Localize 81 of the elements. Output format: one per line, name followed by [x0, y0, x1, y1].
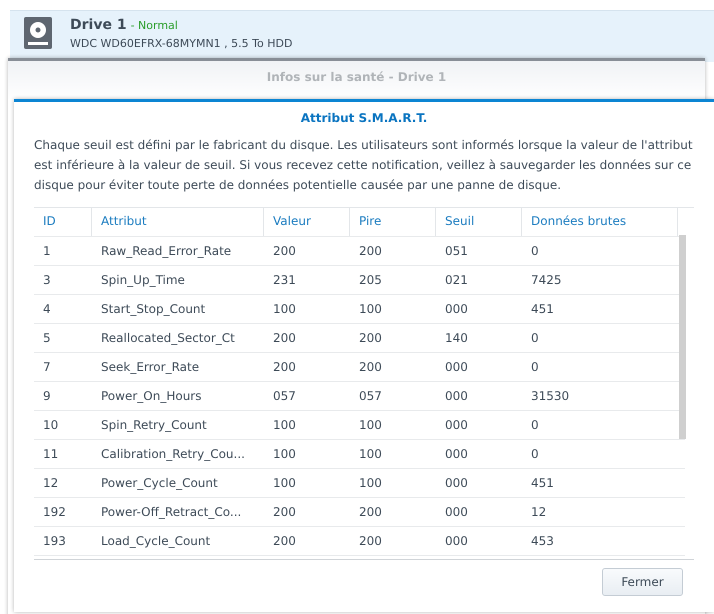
description-text: Chaque seuil est défini par le fabricant du disque. Les utilisateurs sont informés lorsque la valeur de l'attribut est inférieure à la valeur de seuil. Si vous recevez cette notification, veillez à sauvegarder les données sur ce disque pour éviter toute perte de données potentielle causée par une panne de disque. [34, 137, 694, 194]
table-cell-text: 051 [444, 243, 469, 260]
dialog-title: Infos sur la santé - Drive 1 [266, 70, 448, 84]
table-cell-text: 451 [530, 475, 555, 492]
table-cell-text: Calibration_Retry_Cou... [100, 446, 246, 463]
table-cell-text: 453 [530, 533, 555, 550]
column-header[interactable]: Attribut [92, 208, 264, 236]
table-cell-text: 100 [272, 475, 297, 492]
table-cell-text: 200 [358, 359, 383, 376]
table-cell-text: 12 [530, 504, 548, 521]
table-cell-text: Seek_Error_Rate [100, 359, 200, 376]
table-cell-text: 205 [358, 272, 383, 289]
table-cell-text: 7 [42, 359, 52, 376]
table-cell-text: Load_Cycle_Count [100, 533, 212, 550]
table-cell-text: 000 [444, 533, 469, 550]
column-header[interactable]: Valeur [264, 208, 350, 236]
table-cell-text: 0 [530, 330, 540, 347]
table-cell-text: 000 [444, 417, 469, 434]
table-cell-text: 451 [530, 301, 555, 318]
table-cell-text: 12 [42, 475, 60, 492]
table-cell-text: 057 [272, 388, 297, 405]
drive-status: - Normal [130, 19, 178, 32]
table-cell-text: Raw_Read_Error_Rate [100, 243, 232, 260]
table-cell-text: 0 [530, 417, 540, 434]
table-cell-text: 10 [42, 417, 60, 434]
table-cell-text: 021 [444, 272, 469, 289]
column-header[interactable]: Pire [350, 208, 436, 236]
table-cell-text: 7425 [530, 272, 563, 289]
table-cell-text: 100 [358, 475, 383, 492]
table-cell-text: 11 [42, 446, 60, 463]
table-cell-text: 000 [444, 504, 469, 521]
table-cell-text: 000 [444, 359, 469, 376]
table-cell-text: 231 [272, 272, 297, 289]
drive-name: Drive 1 - Normal [70, 17, 179, 33]
table-cell-text: 31530 [530, 388, 570, 405]
table-cell-text: 200 [358, 504, 383, 521]
table-cell-text: 000 [444, 446, 469, 463]
table-cell-text: Power_On_Hours [100, 388, 202, 405]
table-cell-text: 200 [272, 533, 297, 550]
table-cell-text: 1 [42, 243, 52, 260]
table-cell-text: 193 [42, 533, 67, 550]
table-cell-text: 0 [530, 446, 540, 463]
table-cell-text: 200 [272, 330, 297, 347]
table-cell-text: 100 [358, 446, 383, 463]
table-cell-text: 200 [272, 504, 297, 521]
table-cell-text: 5 [42, 330, 52, 347]
table-cell-text: 100 [358, 301, 383, 318]
table-cell-text: 0 [530, 243, 540, 260]
close-button[interactable]: Fermer [602, 568, 683, 596]
column-header[interactable]: Données brutes [522, 208, 678, 236]
table-cell-text: Reallocated_Sector_Ct [100, 330, 236, 347]
table-cell-text: 100 [272, 301, 297, 318]
table-cell-text: 000 [444, 388, 469, 405]
table-cell-text: 100 [272, 417, 297, 434]
table-cell-text: 0 [530, 359, 540, 376]
column-header[interactable]: ID [34, 208, 92, 236]
table-cell-text: 192 [42, 504, 67, 521]
dialog-title: Attribut S.M.A.R.T. [300, 110, 428, 127]
table-cell-text: 100 [272, 446, 297, 463]
drive-model: WDC WD60EFRX-68MYMN1 , 5.5 To HDD [70, 37, 292, 50]
table-cell-text: Spin_Retry_Count [100, 417, 208, 434]
table-cell-text: 200 [358, 243, 383, 260]
table-cell-text: 000 [444, 475, 469, 492]
table-cell-text: 057 [358, 388, 383, 405]
table-cell-text: 4 [42, 301, 52, 318]
table-cell-text: Start_Stop_Count [100, 301, 206, 318]
table-cell-text: 200 [272, 359, 297, 376]
table-cell-text: 100 [358, 417, 383, 434]
column-header[interactable]: Seuil [436, 208, 522, 236]
table-cell-text: 200 [272, 243, 297, 260]
table-cell-text: 9 [42, 388, 52, 405]
table-cell-text: 200 [358, 533, 383, 550]
scrollbar[interactable] [679, 235, 686, 439]
table-cell-text: Power_Cycle_Count [100, 475, 219, 492]
hard-drive-icon [24, 17, 52, 49]
table-cell-text: 140 [444, 330, 469, 347]
table-cell-text: 200 [358, 330, 383, 347]
table-cell-text: 3 [42, 272, 52, 289]
table-cell-text: Spin_Up_Time [100, 272, 186, 289]
table-cell-text: 000 [444, 301, 469, 318]
table-cell-text: Power-Off_Retract_Co... [100, 504, 242, 521]
